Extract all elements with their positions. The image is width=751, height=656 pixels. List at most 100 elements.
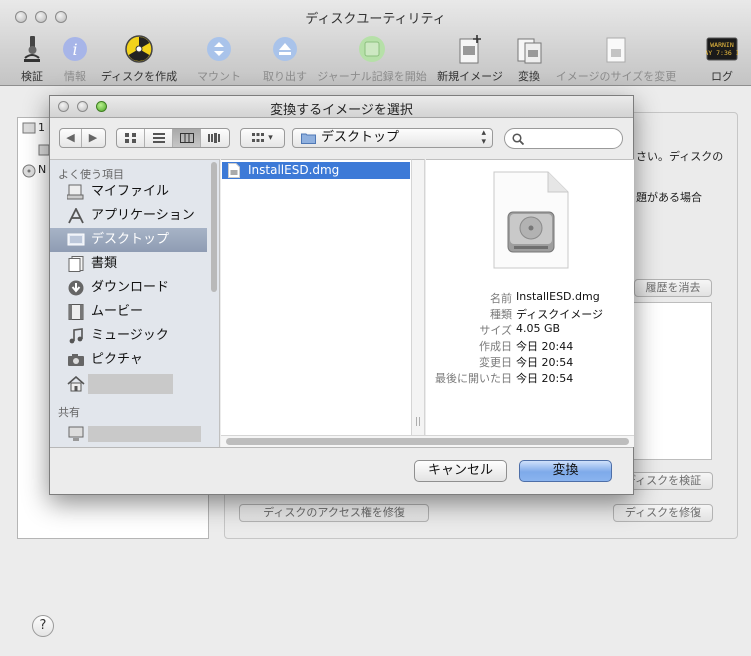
icon-view-button[interactable] (117, 129, 145, 147)
toolbar-info[interactable]: i 情報 (61, 34, 89, 84)
meta-key: 名前 (490, 292, 512, 305)
toolbar-new-image-label: 新規イメージ (437, 70, 503, 83)
sidebar-item-applications[interactable]: アプリケーション (50, 204, 207, 228)
resize-image-icon (606, 37, 626, 63)
sidebar-item-shared-computer[interactable] (50, 422, 207, 446)
repair-disk-button[interactable]: ディスクを修復 (613, 504, 713, 522)
updown-chevron-icon: ▴ ▾ (481, 128, 486, 147)
convert-button[interactable]: 変換 (519, 460, 612, 482)
toolbar-new-image[interactable]: 新規イメージ (437, 34, 503, 84)
forward-button[interactable]: ▶ (82, 129, 104, 147)
meta-value: 4.05 GB (516, 322, 561, 335)
arrange-popup-inner: ▾ (241, 129, 284, 147)
toolbar-log[interactable]: WARNIN AY 7:36 I ログ (705, 34, 739, 84)
cancel-button[interactable]: キャンセル (414, 460, 507, 482)
search-input[interactable] (529, 132, 617, 146)
redacted-computer-name (88, 426, 201, 442)
toolbar-resize-image[interactable]: イメージのサイズを変更 (554, 34, 678, 84)
file-column: InstallESD.dmg (221, 159, 411, 435)
toolbar-convert[interactable]: 変換 (515, 34, 543, 84)
burn-icon (125, 35, 153, 63)
toolbar-log-label: ログ (711, 70, 733, 83)
repair-permissions-button[interactable]: ディスクのアクセス権を修復 (239, 504, 429, 522)
sidebar-item-label: ミュージック (91, 328, 169, 343)
eject-icon (273, 37, 297, 61)
coverflow-view-button[interactable] (201, 129, 229, 147)
sidebar-item-movies[interactable]: ムービー (50, 300, 207, 324)
toolbar-eject[interactable]: 取り出す (259, 34, 311, 84)
help-button[interactable]: ? (32, 615, 54, 637)
meta-value: InstallESD.dmg (516, 290, 600, 303)
home-icon (67, 376, 85, 392)
drive-list-item[interactable]: N (38, 163, 46, 176)
first-aid-text-2: 題がある場合 (636, 191, 702, 204)
search-icon (512, 133, 524, 145)
horizontal-scrollbar[interactable] (221, 435, 634, 447)
disk-image-preview-icon (493, 171, 569, 269)
sidebar-scrollbar[interactable] (211, 162, 217, 292)
icon-view-icon (124, 133, 136, 143)
file-row-selected[interactable]: InstallESD.dmg (222, 162, 410, 179)
meta-key: 変更日 (479, 356, 512, 369)
back-button[interactable]: ◀ (60, 129, 82, 147)
toolbar-mount[interactable]: マウント (193, 34, 245, 84)
preview-column: 名前 InstallESD.dmg 種類 ディスクイメージ サイズ 4.05 G… (426, 159, 634, 435)
convert-icon (517, 38, 542, 64)
meta-key: 種類 (490, 308, 512, 321)
list-view-button[interactable] (145, 129, 173, 147)
toolbar-convert-label: 変換 (518, 70, 540, 83)
resize-grip-icon: || (415, 417, 422, 427)
shared-header: 共有 (58, 406, 80, 419)
pictures-icon (68, 354, 84, 366)
sidebar-item-label: ダウンロード (91, 280, 170, 295)
sidebar-item-desktop[interactable]: デスクトップ (50, 228, 207, 252)
svg-text:WARNIN: WARNIN (710, 41, 734, 49)
meta-value: ディスクイメージ (516, 308, 604, 321)
sidebar-item-music[interactable]: ミュージック (50, 324, 207, 348)
sidebar-item-all-my-files[interactable]: マイファイル (50, 180, 207, 204)
meta-key: 作成日 (479, 340, 512, 353)
toolbar-journal[interactable]: ジャーナル記録を開始 (316, 34, 428, 84)
column-resize-handle[interactable]: || (411, 159, 425, 435)
meta-row-modified: 変更日 今日 20:54 (426, 354, 634, 370)
meta-row-created: 作成日 今日 20:44 (426, 338, 634, 354)
search-field[interactable] (504, 128, 623, 149)
sidebar-item-label: アプリケーション (91, 208, 195, 223)
toolbar-burn-label: ディスクを作成 (100, 70, 178, 83)
sidebar-item-documents[interactable]: 書類 (50, 252, 207, 276)
sidebar-item-label: ピクチャ (91, 352, 143, 367)
horizontal-scroll-thumb[interactable] (226, 438, 629, 445)
mount-icon (207, 37, 231, 61)
documents-icon (68, 256, 84, 272)
microscope-icon (24, 36, 40, 62)
sidebar-item-downloads[interactable]: ダウンロード (50, 276, 207, 300)
computer-icon (68, 426, 84, 441)
toolbar-eject-label: 取り出す (263, 70, 307, 83)
finder-sidebar: よく使う項目 マイファイル アプリケーション デスクトップ 書類 ダウンロード … (50, 159, 220, 447)
clear-history-button[interactable]: 履歴を消去 (634, 279, 712, 297)
sidebar-item-pictures[interactable]: ピクチャ (50, 348, 207, 372)
coverflow-view-icon (208, 133, 220, 143)
dialog-titlebar: 変換するイメージを選択 (50, 96, 633, 118)
column-view-button[interactable] (173, 129, 201, 147)
toolbar-verify[interactable]: 検証 (18, 34, 46, 84)
location-popup[interactable]: デスクトップ ▴ ▾ (292, 128, 493, 148)
journal-icon (359, 36, 385, 62)
meta-row-name: 名前 InstallESD.dmg (426, 290, 634, 306)
sidebar-item-label: デスクトップ (91, 232, 170, 247)
dmg-file-icon (228, 163, 240, 178)
window-title: ディスクユーティリティ (305, 12, 446, 27)
meta-value: 今日 20:54 (516, 356, 574, 369)
log-icon: WARNIN AY 7:36 I (706, 37, 738, 61)
meta-key: 最後に開いた日 (435, 372, 512, 385)
list-view-icon (152, 133, 165, 143)
movies-icon (68, 304, 84, 320)
sidebar-item-home[interactable] (50, 372, 207, 396)
select-image-dialog: 変換するイメージを選択 ◀ ▶ ▾ デスクトップ ▴ ▾ よく使う項目 マイファ… (49, 95, 634, 495)
new-image-icon (459, 35, 481, 64)
disk-list-item[interactable]: 1 (38, 121, 45, 134)
applications-icon (68, 208, 84, 224)
toolbar-burn[interactable]: ディスクを作成 (98, 34, 180, 84)
meta-value: 今日 20:44 (516, 340, 574, 353)
arrange-popup[interactable]: ▾ (240, 128, 285, 148)
